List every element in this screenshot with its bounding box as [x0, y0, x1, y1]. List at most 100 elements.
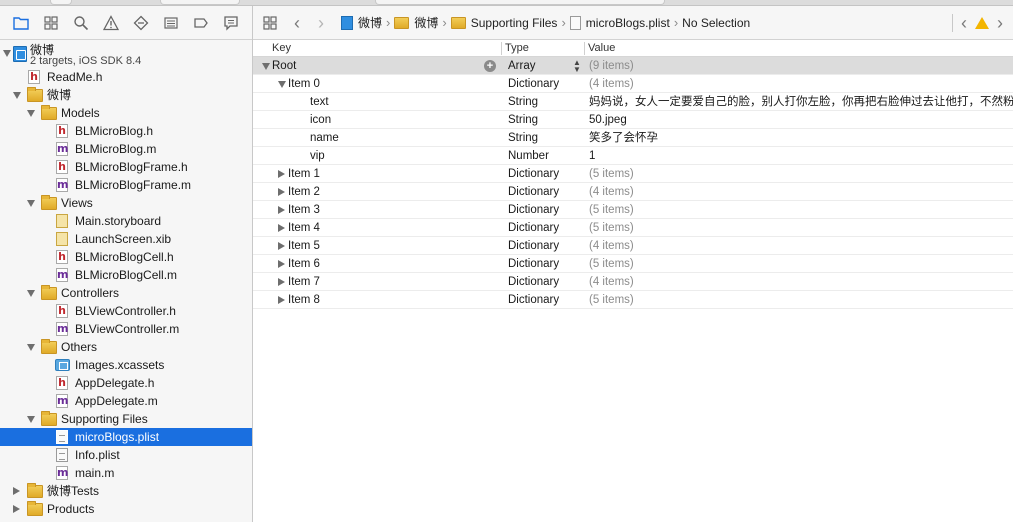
- warning-icon[interactable]: [975, 17, 989, 29]
- navigator-row-m[interactable]: m main.m: [0, 464, 252, 482]
- folder-icon: [41, 105, 57, 120]
- disclosure-triangle-icon[interactable]: [13, 92, 21, 99]
- plist-row[interactable]: Root + ▲ ▼ Array (9 items): [253, 57, 1013, 75]
- plist-row[interactable]: Item 5 Dictionary (4 items): [253, 237, 1013, 255]
- navigator-row-m[interactable]: m BLMicroBlogCell.m: [0, 266, 252, 284]
- jumpbar-crumb-group[interactable]: 微博: [394, 6, 438, 40]
- navigator-row-h[interactable]: h BLMicroBlogCell.h: [0, 248, 252, 266]
- xcode-project-icon: [341, 15, 353, 30]
- disclosure-triangle-icon[interactable]: [262, 63, 270, 70]
- jumpbar-crumb-supporting-files[interactable]: Supporting Files: [450, 6, 557, 40]
- related-items-icon[interactable]: [255, 8, 285, 38]
- back-chevron-icon[interactable]: ‹: [285, 6, 309, 40]
- add-item-icon[interactable]: +: [484, 60, 496, 72]
- xcode-project-icon: [13, 46, 27, 62]
- implementation-file-icon: m: [56, 466, 69, 480]
- navigator-row-folder[interactable]: 微博: [0, 86, 252, 104]
- navigator-row-h[interactable]: h AppDelegate.h: [0, 374, 252, 392]
- breakpoint-navigator-icon[interactable]: [186, 8, 216, 38]
- issue-navigator-icon[interactable]: [96, 8, 126, 38]
- plist-value: (4 items): [589, 276, 634, 288]
- plist-rows: Root + ▲ ▼ Array (9 items) Item 0 Dictionary (4 …: [253, 57, 1013, 309]
- crumb-label: 微博: [414, 16, 439, 30]
- plist-row[interactable]: vip Number 1: [253, 147, 1013, 165]
- type-popup-stepper-icon[interactable]: ▲ ▼: [573, 59, 581, 74]
- disclosure-triangle-icon[interactable]: [278, 260, 285, 268]
- navigator-row-m[interactable]: m BLMicroBlog.m: [0, 140, 252, 158]
- plist-key: Item 8: [288, 294, 320, 306]
- debug-navigator-icon[interactable]: [156, 8, 186, 38]
- navigator-row-plist[interactable]: Info.plist: [0, 446, 252, 464]
- navigator-row-h[interactable]: h BLViewController.h: [0, 302, 252, 320]
- plist-row[interactable]: Item 2 Dictionary (4 items): [253, 183, 1013, 201]
- disclosure-triangle-icon[interactable]: [278, 296, 285, 304]
- navigator-row-h[interactable]: h BLMicroBlogFrame.h: [0, 158, 252, 176]
- value-column-header[interactable]: Value: [588, 42, 615, 54]
- plist-value: (4 items): [589, 186, 634, 198]
- plist-key: Item 6: [288, 258, 320, 270]
- plist-row[interactable]: Item 8 Dictionary (5 items): [253, 291, 1013, 309]
- plist-row[interactable]: Item 3 Dictionary (5 items): [253, 201, 1013, 219]
- plist-row[interactable]: icon String 50.jpeg: [253, 111, 1013, 129]
- plist-row[interactable]: text String 妈妈说，女人一定要爱自己的脸，别人打你左脸，你再把右脸伸过去…: [253, 93, 1013, 111]
- navigator-row-folder[interactable]: Views: [0, 194, 252, 212]
- navigator-row-folder[interactable]: Supporting Files: [0, 410, 252, 428]
- plist-key: name: [310, 132, 339, 144]
- previous-issue-chevron-icon[interactable]: ‹: [957, 6, 971, 40]
- project-navigator-icon[interactable]: [6, 8, 36, 38]
- report-navigator-icon[interactable]: [216, 8, 246, 38]
- navigator-row-h[interactable]: h ReadMe.h: [0, 68, 252, 86]
- symbol-navigator-icon[interactable]: [36, 8, 66, 38]
- navigator-row-plist[interactable]: microBlogs.plist: [0, 428, 252, 446]
- jumpbar-crumb-file[interactable]: microBlogs.plist: [569, 6, 670, 40]
- plist-row[interactable]: Item 6 Dictionary (5 items): [253, 255, 1013, 273]
- disclosure-triangle-icon[interactable]: [13, 505, 20, 513]
- key-column-header[interactable]: Key: [272, 42, 291, 54]
- navigator-row-sb[interactable]: Main.storyboard: [0, 212, 252, 230]
- navigator-row-h[interactable]: h BLMicroBlog.h: [0, 122, 252, 140]
- navigator-row-m[interactable]: m BLMicroBlogFrame.m: [0, 176, 252, 194]
- plist-row[interactable]: Item 0 Dictionary (4 items): [253, 75, 1013, 93]
- project-root-row[interactable]: 微博 2 targets, iOS SDK 8.4: [0, 40, 252, 68]
- disclosure-triangle-icon[interactable]: [13, 487, 20, 495]
- plist-row[interactable]: name String 笑多了会怀孕: [253, 129, 1013, 147]
- plist-row[interactable]: Item 7 Dictionary (4 items): [253, 273, 1013, 291]
- navigator-selector-bar: [0, 6, 252, 40]
- test-navigator-icon[interactable]: [126, 8, 156, 38]
- navigator-row-xib[interactable]: LaunchScreen.xib: [0, 230, 252, 248]
- disclosure-triangle-icon[interactable]: [278, 206, 285, 214]
- disclosure-triangle-icon[interactable]: [278, 170, 285, 178]
- navigator-row-label: BLViewController.h: [75, 304, 176, 318]
- next-issue-chevron-icon[interactable]: ›: [993, 6, 1007, 40]
- plist-row[interactable]: Item 4 Dictionary (5 items): [253, 219, 1013, 237]
- find-navigator-icon[interactable]: [66, 8, 96, 38]
- jumpbar-crumb-selection[interactable]: No Selection: [682, 6, 750, 40]
- disclosure-triangle-icon[interactable]: [27, 416, 35, 423]
- disclosure-triangle-icon[interactable]: [278, 188, 285, 196]
- navigator-row-folder[interactable]: Controllers: [0, 284, 252, 302]
- jumpbar-crumb-project[interactable]: 微博: [341, 6, 382, 40]
- forward-chevron-icon[interactable]: ›: [309, 6, 333, 40]
- navigator-row-folder[interactable]: Others: [0, 338, 252, 356]
- disclosure-triangle-icon[interactable]: [27, 344, 35, 351]
- disclosure-triangle-icon[interactable]: [3, 50, 11, 57]
- navigator-row-m[interactable]: m AppDelegate.m: [0, 392, 252, 410]
- disclosure-triangle-icon[interactable]: [278, 81, 286, 88]
- navigator-row-folder[interactable]: Models: [0, 104, 252, 122]
- navigator-row-label: BLMicroBlog.h: [75, 124, 154, 138]
- disclosure-triangle-icon[interactable]: [278, 278, 285, 286]
- disclosure-triangle-icon[interactable]: [278, 224, 285, 232]
- navigator-row-folder[interactable]: 微博Tests: [0, 482, 252, 500]
- type-column-header[interactable]: Type: [505, 42, 529, 54]
- navigator-row-label: AppDelegate.m: [75, 394, 158, 408]
- plist-key: Item 4: [288, 222, 320, 234]
- crumb-separator-icon: ›: [442, 15, 447, 30]
- disclosure-triangle-icon[interactable]: [27, 200, 35, 207]
- navigator-row-assets[interactable]: Images.xcassets: [0, 356, 252, 374]
- navigator-row-folder[interactable]: Products: [0, 500, 252, 518]
- plist-row[interactable]: Item 1 Dictionary (5 items): [253, 165, 1013, 183]
- disclosure-triangle-icon[interactable]: [27, 110, 35, 117]
- disclosure-triangle-icon[interactable]: [278, 242, 285, 250]
- disclosure-triangle-icon[interactable]: [27, 290, 35, 297]
- navigator-row-m[interactable]: m BLViewController.m: [0, 320, 252, 338]
